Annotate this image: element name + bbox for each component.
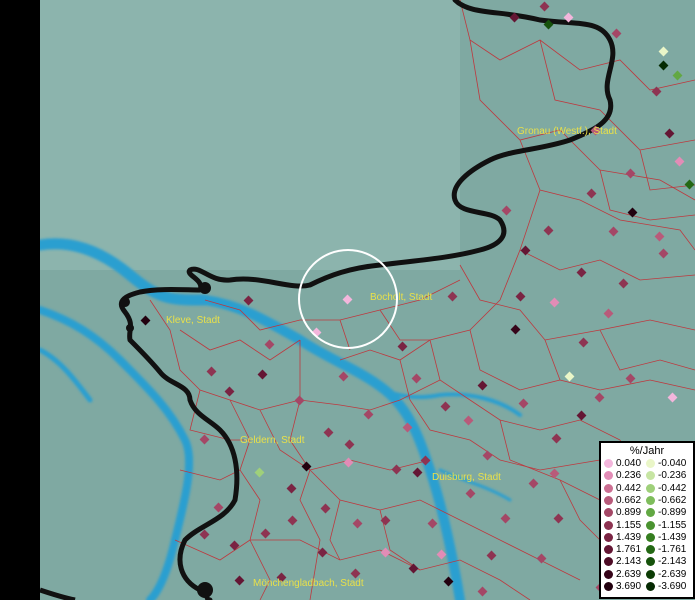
left-black-margin — [0, 0, 40, 600]
legend-row: 2.143 -2.143 — [601, 556, 693, 568]
selection-circle[interactable] — [298, 249, 398, 349]
label-gronau: Gronau (Westf.), Stadt — [517, 126, 617, 137]
legend-swatch-negative — [646, 508, 655, 518]
legend-swatch-positive — [604, 459, 613, 468]
legend-value-negative: -0.899 — [658, 507, 687, 519]
legend-swatch-positive — [604, 557, 613, 567]
legend-swatch-negative — [646, 483, 655, 493]
legend-swatch-negative — [646, 532, 655, 542]
label-moenchengladbach: Mönchengladbach, Stadt — [253, 578, 364, 589]
legend-swatch-negative — [646, 459, 655, 468]
legend-value-negative: -2.639 — [658, 568, 687, 580]
legend-row: 3.690 -3.690 — [601, 581, 693, 593]
legend-swatch-negative — [646, 557, 655, 567]
legend-swatch-negative — [646, 569, 655, 579]
legend-value-negative: -1.761 — [658, 544, 687, 556]
legend-swatch-positive — [604, 545, 613, 555]
legend-swatch-positive — [604, 508, 613, 518]
legend-value-positive: 3.690 — [616, 581, 642, 592]
netherlands-area — [40, 0, 460, 270]
legend-value-positive: 0.236 — [616, 470, 642, 482]
legend-value-negative: -1.439 — [658, 531, 687, 543]
legend-value-positive: 1.439 — [616, 531, 642, 543]
legend-row: 1.155 -1.155 — [601, 520, 693, 532]
label-geldern: Geldern, Stadt — [240, 435, 305, 446]
legend-swatch-negative — [646, 582, 655, 591]
legend-swatch-positive — [604, 471, 613, 481]
legend-row: 1.439 -1.439 — [601, 532, 693, 544]
legend-row: 2.639 -2.639 — [601, 569, 693, 581]
legend-swatch-positive — [604, 532, 613, 542]
legend-value-negative: -0.442 — [658, 482, 687, 494]
border-node — [199, 282, 211, 294]
legend-swatch-positive — [604, 582, 613, 591]
label-kleve: Kleve, Stadt — [166, 315, 220, 326]
legend-value-positive: 2.639 — [616, 568, 642, 580]
label-duisburg: Duisburg, Stadt — [432, 472, 501, 483]
legend-row: 0.899 -0.899 — [601, 507, 693, 519]
legend-value-positive: 1.761 — [616, 544, 642, 556]
legend-value-negative: -3.690 — [658, 581, 687, 592]
border-node — [197, 582, 213, 598]
legend-value-positive: 1.155 — [616, 519, 642, 531]
legend-value-positive: 0.662 — [616, 494, 642, 506]
legend-row: 0.442 -0.442 — [601, 483, 693, 495]
legend-value-negative: -2.143 — [658, 556, 687, 568]
legend-row: 0.040 -0.040 — [601, 458, 693, 470]
legend-value-negative: -1.155 — [658, 519, 687, 531]
legend-swatch-negative — [646, 545, 655, 555]
legend-title: %/Jahr — [629, 445, 665, 457]
legend-value-positive: 2.143 — [616, 556, 642, 568]
legend-value-negative: -0.236 — [658, 470, 687, 482]
legend-value-positive: 0.899 — [616, 507, 642, 519]
legend-swatch-positive — [604, 483, 613, 493]
legend-swatch-negative — [646, 495, 655, 505]
legend-swatch-negative — [646, 520, 655, 530]
map-viewer[interactable]: Gronau (Westf.), Stadt Bocholt, Stadt Kl… — [0, 0, 695, 600]
legend-swatch-positive — [604, 495, 613, 505]
legend-value-positive: 0.040 — [616, 458, 642, 469]
legend-swatch-positive — [604, 569, 613, 579]
legend-swatch-positive — [604, 520, 613, 530]
border-node — [120, 297, 130, 307]
legend-row: 0.236 -0.236 — [601, 470, 693, 482]
legend-row: 0.662 -0.662 — [601, 495, 693, 507]
border-node — [126, 324, 134, 332]
legend-value-negative: -0.662 — [658, 494, 687, 506]
legend-value-negative: -0.040 — [658, 458, 687, 469]
legend-row: 1.761 -1.761 — [601, 544, 693, 556]
legend-swatch-negative — [646, 471, 655, 481]
legend-value-positive: 0.442 — [616, 482, 642, 494]
legend-panel: %/Jahr 0.040 -0.040 0.236 -0.236 0.442 -0.442… — [599, 441, 695, 599]
